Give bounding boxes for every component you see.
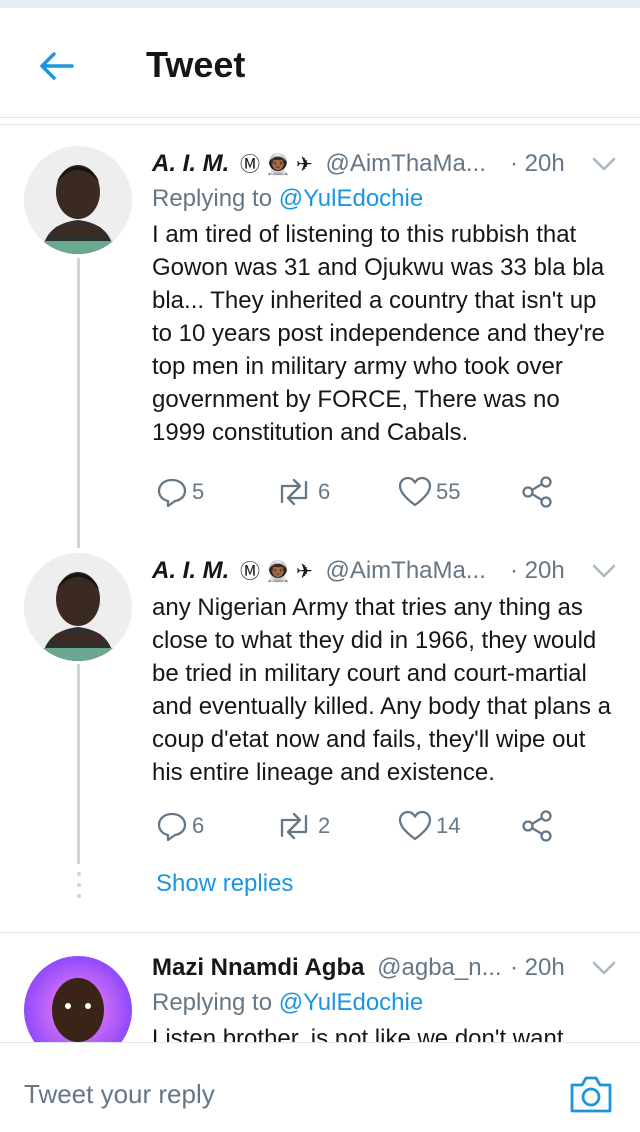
replying-to-label: Replying to — [152, 185, 273, 212]
avatar[interactable] — [24, 553, 132, 661]
retweet-icon — [280, 812, 308, 840]
tweet-text: I am tired of listening to this rubbish … — [152, 221, 605, 446]
tweet-text: Listen brother, is not like we don't wan… — [152, 1025, 564, 1042]
like-count: 55 — [436, 479, 461, 504]
replying-to: Replying to @YulEdochie — [152, 986, 616, 1020]
share-button[interactable] — [520, 806, 554, 846]
divider — [0, 932, 640, 933]
avatar[interactable] — [24, 146, 132, 254]
retweet-button[interactable]: 6 — [274, 472, 330, 512]
avatar[interactable] — [24, 956, 132, 1042]
avatar-photo — [24, 553, 132, 661]
share-icon — [522, 810, 552, 842]
name-badges-icon: Ⓜ 👨🏾‍🚀 ✈ — [240, 561, 313, 583]
display-name[interactable]: A. I. M. — [152, 557, 229, 584]
tweet-text: any Nigerian Army that tries any thing a… — [152, 594, 611, 786]
heart-icon — [398, 476, 432, 507]
top-bar: Tweet — [0, 8, 640, 118]
avatar-photo — [24, 146, 132, 254]
like-button[interactable]: 14 — [398, 806, 460, 846]
status-bar — [0, 0, 640, 8]
timestamp: · 20h — [510, 150, 565, 177]
retweet-button[interactable]: 2 — [274, 806, 330, 846]
username[interactable]: @AimThaMa... — [325, 557, 485, 584]
avatar-photo — [24, 956, 132, 1042]
page-title: Tweet — [146, 44, 246, 85]
reply-count: 5 — [192, 479, 205, 504]
thread-dots — [74, 872, 84, 898]
share-icon — [522, 476, 552, 508]
tweet-actions: 6 2 14 — [156, 806, 596, 846]
thread-connector — [77, 258, 80, 548]
name-badges-icon: Ⓜ 👨🏾‍🚀 ✈ — [240, 154, 313, 176]
reply-composer: Tweet your reply — [0, 1042, 640, 1132]
reply-button[interactable]: 6 — [156, 806, 204, 846]
back-arrow-icon — [40, 52, 74, 80]
username[interactable]: @agba_n... — [377, 954, 501, 981]
timestamp: · 20h — [510, 557, 565, 584]
thread-connector — [77, 664, 80, 864]
tweet[interactable]: Mazi Nnamdi Agba @agba_n... · 20h Replyi… — [0, 950, 640, 1042]
like-count: 14 — [436, 813, 461, 838]
username[interactable]: @AimThaMa... — [325, 150, 485, 177]
replying-to-label: Replying to — [152, 989, 273, 1016]
share-button[interactable] — [520, 472, 554, 512]
heart-icon — [398, 810, 432, 841]
mention-link[interactable]: @YulEdochie — [279, 185, 423, 212]
back-button[interactable] — [34, 46, 78, 86]
replying-to: Replying to @YulEdochie — [152, 182, 616, 216]
mention-link[interactable]: @YulEdochie — [279, 989, 423, 1016]
tweet-actions: 5 6 55 — [156, 472, 596, 512]
chevron-down-icon[interactable] — [590, 152, 618, 176]
chevron-down-icon[interactable] — [590, 956, 618, 980]
like-button[interactable]: 55 — [398, 472, 460, 512]
retweet-count: 6 — [318, 479, 331, 504]
display-name[interactable]: A. I. M. — [152, 150, 229, 177]
retweet-count: 2 — [318, 813, 331, 838]
camera-icon[interactable] — [568, 1073, 614, 1115]
display-name[interactable]: Mazi Nnamdi Agba — [152, 954, 364, 981]
reply-button[interactable]: 5 — [156, 472, 204, 512]
retweet-icon — [280, 478, 308, 506]
reply-count: 6 — [192, 813, 205, 838]
chevron-down-icon[interactable] — [590, 559, 618, 583]
show-replies-link[interactable]: Show replies — [156, 870, 293, 898]
reply-icon — [157, 478, 187, 508]
divider — [0, 124, 640, 125]
reply-input[interactable]: Tweet your reply — [24, 1079, 215, 1110]
timestamp: · 20h — [510, 954, 565, 981]
reply-icon — [157, 812, 187, 842]
